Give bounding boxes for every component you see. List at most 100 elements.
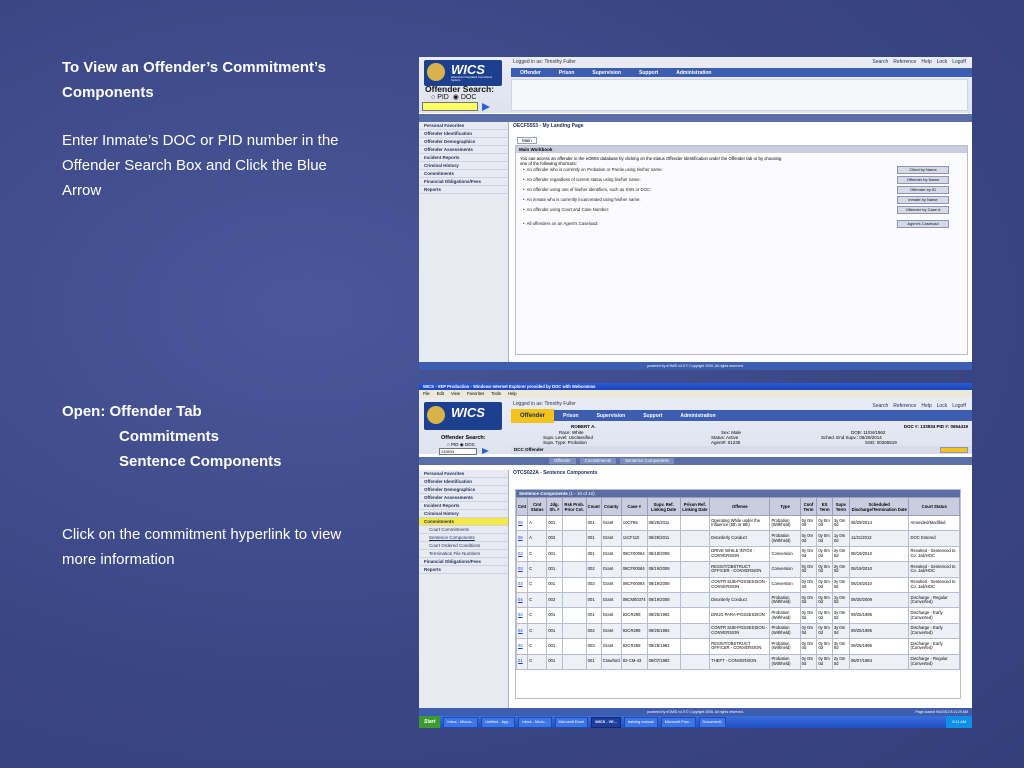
commitment-link[interactable]: 03 — [515, 576, 529, 593]
top-link-help[interactable]: Help — [921, 403, 931, 409]
header-icon-buttons[interactable] — [940, 447, 968, 453]
inmate-by-name-button[interactable]: Inmate by Name — [897, 196, 949, 204]
col-cmt-status[interactable]: Cmt Status — [527, 497, 548, 516]
table-row[interactable]: 02 C 001 002 Grant 92CR289 09/25/1992 CONTR SUB… — [515, 622, 960, 640]
sidebar-item-incident-reports[interactable]: Incident Reports — [419, 154, 508, 162]
commitment-link[interactable]: 03 — [515, 561, 529, 578]
taskbar-item[interactable]: Microsoft Excel — [554, 716, 589, 728]
col-supv-term[interactable]: Supv Term — [831, 497, 850, 516]
menu-file[interactable]: File — [423, 390, 430, 398]
sidebar-item-offender-demographics[interactable]: Offender Demographics — [419, 138, 508, 146]
commitment-link[interactable]: 06 — [515, 530, 529, 547]
table-row[interactable]: 03 C 001 003 Grant 08CF00064 08/19/2008 CONTR S… — [515, 576, 960, 593]
sidebar-item-offender-assessments[interactable]: Offender Assessments — [419, 494, 508, 502]
taskbar-item-active[interactable]: WICS - VE... — [591, 716, 621, 728]
search-go-arrow-icon[interactable] — [482, 103, 490, 111]
table-row[interactable]: 02 C 001 003 Grant 92CR289 09/25/1992 RESIST/OB… — [515, 638, 960, 655]
table-row[interactable]: 01 C 001 001 Crawford 82-CM-43 06/07/1982 THEFT… — [515, 653, 960, 670]
tab-main[interactable]: Main — [517, 137, 537, 144]
client-by-name-button[interactable]: Client by Name — [897, 166, 949, 174]
start-button[interactable]: Start — [419, 716, 441, 728]
sidebar-item-incident-reports[interactable]: Incident Reports — [419, 502, 508, 510]
col-jdg[interactable]: Jdg. Sh. # — [546, 497, 563, 516]
top-link-logoff[interactable]: Logoff — [952, 59, 966, 65]
taskbar-item[interactable]: training manual — [623, 716, 658, 728]
top-link-logoff[interactable]: Logoff — [952, 403, 966, 409]
tab-administration[interactable]: Administration — [667, 70, 720, 76]
sidebar-subitem-court-commitments[interactable]: Court Commitments — [419, 526, 508, 534]
menu-view[interactable]: View — [451, 390, 460, 398]
sidebar-subitem-sentence-components[interactable]: Sentence Components — [419, 534, 508, 542]
sidebar-subitem-termination-file-numbers[interactable]: Termination File Numbers — [419, 550, 508, 558]
col-type[interactable]: Type — [769, 497, 801, 516]
radio-doc[interactable]: ◉ DOC — [460, 442, 475, 447]
tab-prison[interactable]: Prison — [554, 413, 588, 419]
top-link-lock[interactable]: Lock — [937, 403, 948, 409]
commitment-link[interactable]: 03 — [515, 545, 529, 563]
col-case[interactable]: Case # — [620, 497, 648, 516]
sidebar-item-offender-demographics[interactable]: Offender Demographics — [419, 486, 508, 494]
top-link-lock[interactable]: Lock — [937, 59, 948, 65]
sidebar-item-personal-favorites[interactable]: Personal Favorites — [419, 122, 508, 130]
sidebar-item-personal-favorites[interactable]: Personal Favorites — [419, 470, 508, 478]
table-row[interactable]: 04 C 002 001 Grant 08CM00374 08/19/2008 Disorde… — [515, 591, 960, 609]
col-conf-term[interactable]: Conf Term — [799, 497, 818, 516]
radio-pid[interactable]: ○ PID — [447, 442, 458, 447]
sidebar-item-offender-identification[interactable]: Offender Identification — [419, 478, 508, 486]
search-go-arrow-icon[interactable] — [482, 448, 489, 454]
taskbar-item[interactable]: Document1 — [698, 716, 726, 728]
radio-pid[interactable]: ○ PID — [431, 94, 449, 101]
col-county[interactable]: County — [600, 497, 622, 516]
taskbar-item[interactable]: Inbox - Micro... — [518, 716, 552, 728]
sidebar-item-commitments[interactable]: Commitments — [419, 518, 508, 526]
sidebar-item-criminal-history[interactable]: Criminal History — [419, 510, 508, 518]
taskbar-item[interactable]: Untitled - App... — [481, 716, 516, 728]
menu-help[interactable]: Help — [508, 390, 517, 398]
table-row[interactable]: 03 C 001 002 Grant 08CF00064 08/19/2008 RESIST/… — [515, 561, 960, 578]
menu-tools[interactable]: Tools — [491, 390, 501, 398]
tab-offender[interactable]: Offender — [511, 408, 555, 423]
tab-administration[interactable]: Administration — [671, 413, 724, 419]
col-prison-ref[interactable]: Prison Ref. Linking Date — [679, 497, 711, 516]
menu-favorites[interactable]: Favorites — [467, 390, 484, 398]
agents-caseload-button[interactable]: Agent's Caseload — [897, 220, 949, 228]
offender-search-input[interactable] — [422, 102, 478, 111]
commitment-link[interactable]: 02 — [515, 638, 529, 655]
col-supv-ref[interactable]: Supv. Ref. Linking Date — [646, 497, 681, 516]
table-row[interactable]: 03 C 001 001 Grant 08CF00064 08/19/2008 DRIVE W… — [515, 545, 960, 563]
menu-edit[interactable]: Edit — [437, 390, 444, 398]
commitment-link[interactable]: 02 — [515, 622, 529, 640]
col-rsk[interactable]: Rsk Prob. Prior Cnt. — [561, 497, 587, 516]
sidebar-item-reports[interactable]: Reports — [419, 566, 508, 574]
top-link-reference[interactable]: Reference — [893, 403, 916, 409]
tab-support[interactable]: Support — [634, 413, 671, 419]
offender-search-input[interactable]: 133934 — [439, 448, 477, 455]
col-cmt[interactable]: Cmt — [515, 497, 529, 516]
offender-by-id-button[interactable]: Offender by ID — [897, 186, 949, 194]
commitment-link[interactable]: 02 — [515, 607, 529, 624]
tab-supervision[interactable]: Supervision — [588, 413, 635, 419]
top-link-reference[interactable]: Reference — [893, 59, 916, 65]
col-discharge-date[interactable]: Scheduled Discharge/Termination Date — [848, 497, 910, 516]
col-es-term[interactable]: ES Term — [816, 497, 833, 516]
offender-by-case-button[interactable]: Offender by Case # — [897, 206, 949, 214]
sidebar-item-reports[interactable]: Reports — [419, 186, 508, 194]
commitment-link[interactable]: 01 — [515, 653, 529, 670]
col-offense[interactable]: Offense — [709, 497, 771, 516]
table-row[interactable]: 02 C 001 001 Grant 92CR289 09/25/1992 DRUG PARA… — [515, 607, 960, 624]
sidebar-item-commitments[interactable]: Commitments — [419, 170, 508, 178]
tab-offender[interactable]: Offender — [511, 70, 550, 76]
breadcrumb-commitments[interactable]: Commitments — [579, 458, 617, 464]
tab-supervision[interactable]: Supervision — [583, 70, 630, 76]
taskbar-item[interactable]: Microsoft Pow... — [660, 716, 696, 728]
sidebar-item-financial-obligations[interactable]: Financial Obligations/Fees — [419, 558, 508, 566]
breadcrumb-offender[interactable]: Offender — [549, 458, 576, 464]
breadcrumb-sentence-components[interactable]: Sentence Components — [620, 458, 674, 464]
tab-prison[interactable]: Prison — [550, 70, 584, 76]
sidebar-item-financial-obligations[interactable]: Financial Obligations/Fees — [419, 178, 508, 186]
radio-doc[interactable]: ◉ DOC — [453, 94, 477, 101]
top-link-search[interactable]: Search — [872, 59, 888, 65]
tab-support[interactable]: Support — [630, 70, 667, 76]
sidebar-item-offender-identification[interactable]: Offender Identification — [419, 130, 508, 138]
commitment-link[interactable]: 05 — [515, 514, 529, 532]
